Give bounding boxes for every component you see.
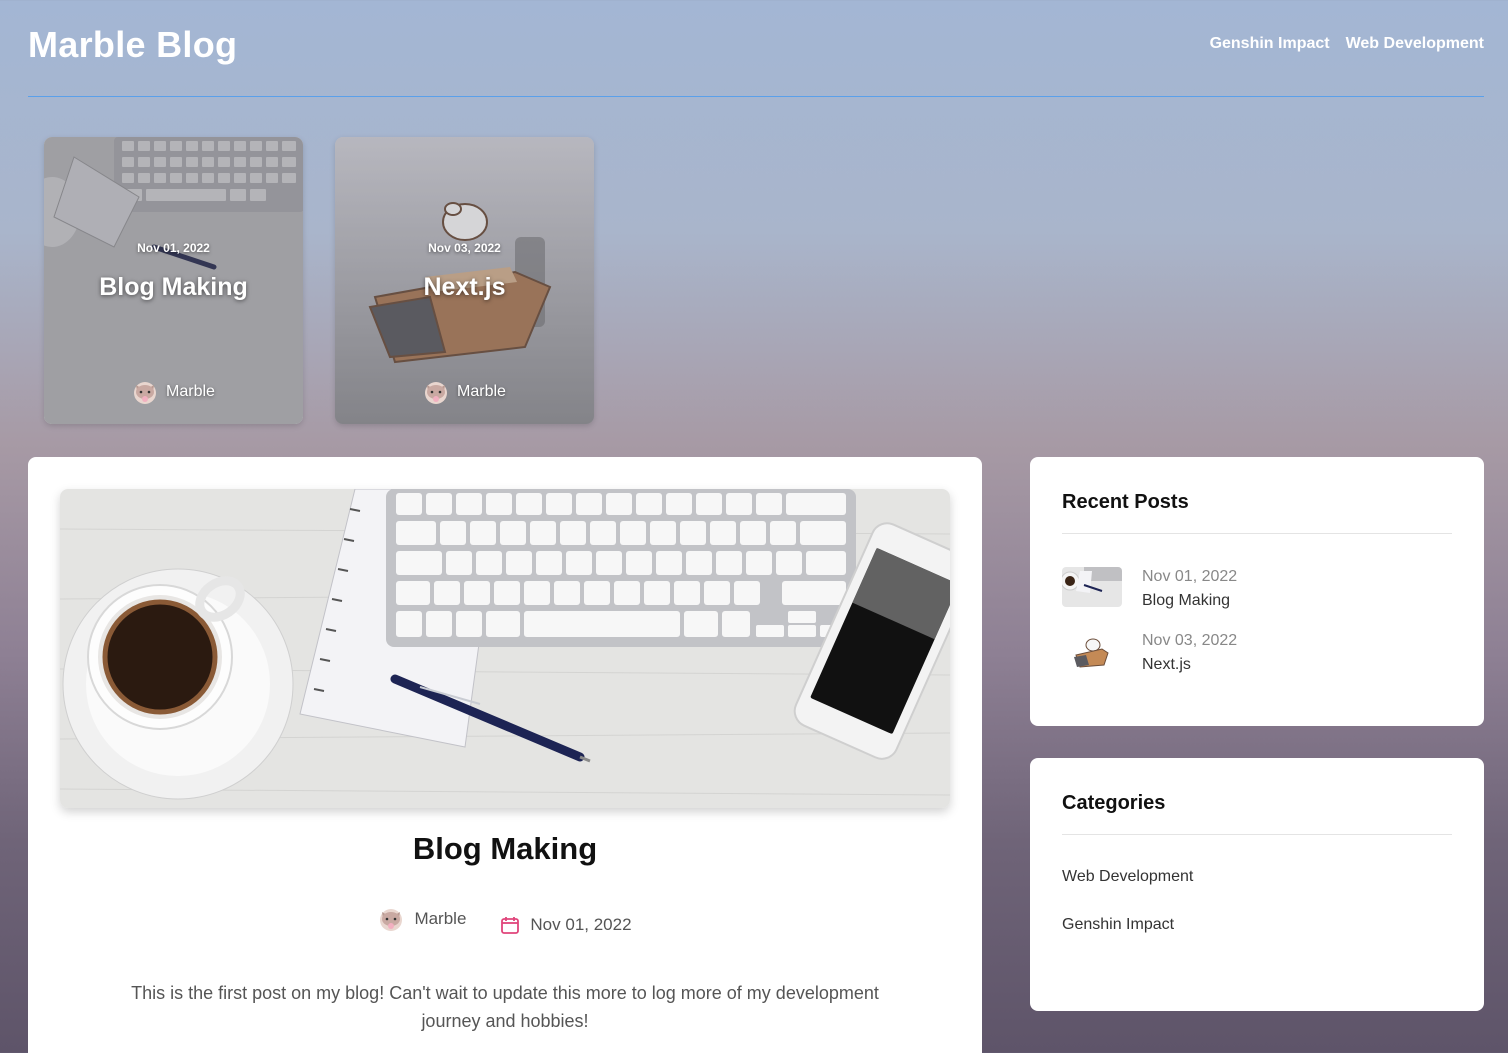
nav-link-web-development[interactable]: Web Development xyxy=(1346,35,1484,53)
post-date: Nov 01, 2022 xyxy=(500,915,632,935)
categories-title: Categories xyxy=(1062,792,1166,814)
header-divider xyxy=(28,96,1484,97)
card-date: Nov 01, 2022 xyxy=(137,241,210,255)
card-author-name: Marble xyxy=(166,383,215,400)
site-title[interactable]: Marble Blog xyxy=(28,24,237,66)
card-author: Marble xyxy=(44,379,303,405)
recent-post-date: Nov 01, 2022 xyxy=(1142,568,1238,585)
card-date: Nov 03, 2022 xyxy=(428,241,501,255)
card-title[interactable]: Next.js xyxy=(335,273,594,302)
featured-post-card[interactable]: Nov 01, 2022 Blog Making Marble xyxy=(44,137,303,424)
post-author: Marble xyxy=(378,906,466,932)
recent-post-thumbnail xyxy=(1062,567,1122,607)
avatar-icon xyxy=(134,382,157,404)
keyboard-coffee-image xyxy=(60,489,950,808)
post-article: Blog Making Marble Nov 01, 2022 This is … xyxy=(28,457,982,1053)
divider xyxy=(1062,834,1452,835)
post-body: This is the first post on my blog! Can't… xyxy=(131,983,879,1031)
recent-post-item[interactable]: Nov 01, 2022 Blog Making xyxy=(1062,565,1237,613)
recent-post-date: Nov 03, 2022 xyxy=(1142,632,1238,649)
recent-post-thumbnail xyxy=(1062,631,1122,671)
keyboard-desk-thumbnail xyxy=(1062,567,1122,607)
post-title: Blog Making xyxy=(412,831,598,866)
featured-post-card[interactable]: Nov 03, 2022 Next.js Marble xyxy=(335,137,594,424)
card-title[interactable]: Blog Making xyxy=(44,273,303,302)
card-author: Marble xyxy=(335,379,594,405)
recent-posts-title: Recent Posts xyxy=(1062,491,1189,513)
calendar-icon xyxy=(501,917,520,934)
post-meta: Marble Nov 01, 2022 xyxy=(28,903,982,935)
avatar-icon xyxy=(425,382,448,404)
post-hero-image xyxy=(60,489,950,808)
avatar-icon xyxy=(380,909,403,931)
card-author-name: Marble xyxy=(457,383,506,400)
recent-post-title[interactable]: Next.js xyxy=(1142,653,1237,677)
category-link-genshin-impact[interactable]: Genshin Impact xyxy=(1062,916,1174,934)
nav-link-genshin-impact[interactable]: Genshin Impact xyxy=(1210,35,1330,53)
recent-post-item[interactable]: Nov 03, 2022 Next.js xyxy=(1062,629,1237,677)
recent-post-title[interactable]: Blog Making xyxy=(1142,589,1237,613)
post-author-name: Marble xyxy=(414,909,467,928)
divider xyxy=(1062,533,1452,534)
recent-posts-widget: Recent Posts Nov 01, 2022 Blog Making No… xyxy=(1030,457,1484,726)
category-link-web-development[interactable]: Web Development xyxy=(1062,868,1193,886)
top-nav: Genshin Impact Web Development xyxy=(1210,35,1484,53)
post-date-text: Nov 01, 2022 xyxy=(530,915,632,934)
bunny-desk-thumbnail xyxy=(1062,631,1122,671)
categories-widget: Categories Web Development Genshin Impac… xyxy=(1030,758,1484,1011)
